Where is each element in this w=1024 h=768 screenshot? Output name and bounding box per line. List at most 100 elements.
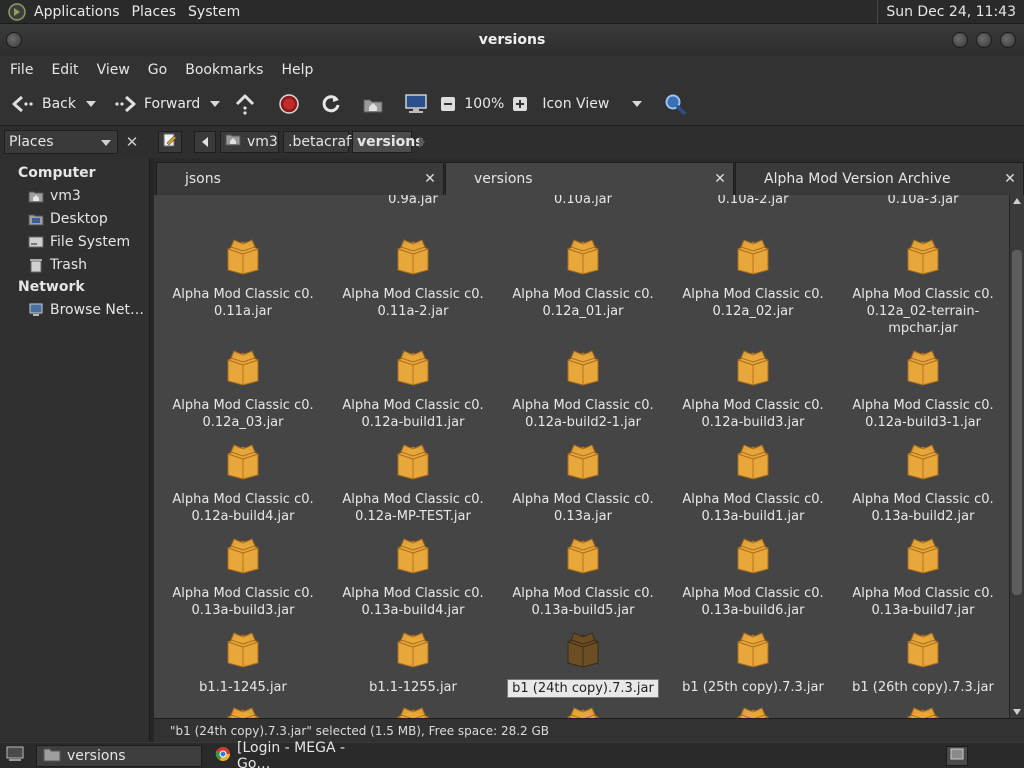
file-item[interactable]: Alpha Mod Classic c0. 0.12a-build3.jar: [668, 348, 838, 431]
mint-logo-icon[interactable]: [6, 1, 28, 23]
back-button[interactable]: Back: [6, 86, 100, 122]
forward-dropdown-arrow-icon[interactable]: [210, 101, 221, 107]
file-item[interactable]: b1 (24th copy).7.3.jar: [498, 630, 668, 698]
file-item[interactable]: Alpha Mod Classic c0. 0.13a-build1.jar: [668, 442, 838, 525]
file-item[interactable]: Alpha Mod Classic c0. 0.10a.jar: [498, 195, 668, 208]
menu-edit[interactable]: Edit: [45, 62, 84, 78]
breadcrumb-vm3[interactable]: vm3: [220, 131, 279, 153]
zoom-in-button[interactable]: [508, 86, 532, 122]
tab-versions[interactable]: versions ✕: [445, 162, 734, 195]
menu-view[interactable]: View: [91, 62, 136, 78]
file-item[interactable]: b1.1-1255.jar: [328, 630, 498, 696]
zoom-out-button[interactable]: [436, 86, 460, 122]
clock[interactable]: Sun Dec 24, 11:43: [877, 0, 1024, 24]
file-item[interactable]: Alpha Mod Classic c0. 0.11a.jar: [158, 237, 328, 320]
file-item[interactable]: b1 (26th copy).7.3.jar: [838, 630, 1008, 696]
file-item[interactable]: Alpha Mod Classic c0. 0.13a-build4.jar: [328, 536, 498, 619]
close-window-button[interactable]: [1000, 32, 1016, 48]
file-item[interactable]: [328, 705, 498, 718]
window-menu-button[interactable]: [6, 32, 22, 48]
reload-button[interactable]: [316, 86, 346, 122]
edit-location-button[interactable]: [158, 131, 182, 153]
sidebar-type-select[interactable]: Places: [4, 130, 118, 154]
file-item[interactable]: [838, 705, 1008, 718]
system-menu[interactable]: System: [182, 4, 246, 20]
up-button[interactable]: [230, 86, 260, 122]
home-button[interactable]: [358, 86, 388, 122]
file-item[interactable]: Alpha Mod Classic c0. 0.13a-build3.jar: [158, 536, 328, 619]
file-item[interactable]: Alpha Mod Classic c0. 0.12a-build3-1.jar: [838, 348, 1008, 431]
menu-bar: File Edit View Go Bookmarks Help: [0, 56, 1024, 83]
file-name: Alpha Mod Classic c0. 0.12a-build1.jar: [342, 398, 484, 430]
file-item[interactable]: Alpha Mod Classic c0. 0.12a_02.jar: [668, 237, 838, 320]
forward-button[interactable]: Forward: [110, 86, 224, 122]
file-item[interactable]: Alpha Mod Classic c0. 0.12a_03.jar: [158, 348, 328, 431]
file-item[interactable]: Alpha Mod Classic c0. 0.11a-2.jar: [328, 237, 498, 320]
computer-button[interactable]: [400, 86, 432, 122]
file-item[interactable]: Alpha Mod Classic c0. 0.12a-build1.jar: [328, 348, 498, 431]
file-item[interactable]: [158, 705, 328, 718]
sidebar-item-vm3[interactable]: vm3: [0, 184, 149, 207]
file-item[interactable]: Alpha Mod Classic c0. 0.12a-build2-1.jar: [498, 348, 668, 431]
status-text: "b1 (24th copy).7.3.jar" selected (1.5 M…: [170, 724, 550, 738]
file-item[interactable]: [668, 705, 838, 718]
file-item[interactable]: Alpha Mod Classic c0. 0.12a-build4.jar: [158, 442, 328, 525]
close-sidebar-icon[interactable]: ✕: [122, 132, 142, 152]
back-dropdown-arrow-icon[interactable]: [86, 101, 96, 107]
scroll-down-icon[interactable]: [1013, 709, 1021, 715]
breadcrumb-scroll-right-icon[interactable]: [419, 136, 425, 148]
file-item[interactable]: Alpha Mod Classic c0. 0.13a.jar: [498, 442, 668, 525]
sidebar-item-file-system[interactable]: File System: [0, 230, 149, 253]
tab-alpha-mod-version-archive[interactable]: Alpha Mod Version Archive ✕: [735, 162, 1024, 195]
stop-button[interactable]: [274, 86, 304, 122]
sidebar-item-label: Trash: [50, 256, 87, 273]
file-name: Alpha Mod Classic c0. 0.13a-build3.jar: [172, 586, 314, 618]
window-title-bar[interactable]: versions: [0, 24, 1024, 56]
menu-help[interactable]: Help: [275, 62, 319, 78]
applications-menu[interactable]: Applications: [28, 4, 126, 20]
workspace-switcher[interactable]: [946, 745, 968, 766]
breadcrumb-betacraft[interactable]: .betacraft: [283, 131, 356, 153]
scroll-up-icon[interactable]: [1013, 198, 1021, 204]
menu-go[interactable]: Go: [142, 62, 173, 78]
close-tab-icon[interactable]: ✕: [713, 172, 727, 186]
file-item[interactable]: Alpha Mod Classic c0. 0.13a-build5.jar: [498, 536, 668, 619]
places-menu[interactable]: Places: [126, 4, 183, 20]
file-item[interactable]: Alpha Mod Classic c0. 0.13a-build2.jar: [838, 442, 1008, 525]
taskbar-item-chrome[interactable]: [Login - MEGA - Go…: [208, 740, 378, 768]
file-item[interactable]: Alpha Mod Classic c0. 0.12a-MP-TEST.jar: [328, 442, 498, 525]
sidebar-item-label: Browse Net…: [50, 301, 145, 318]
file-item[interactable]: Alpha Mod Classic c0. 0.12a_02-terrain- …: [838, 237, 1008, 337]
file-item[interactable]: Alpha Mod Classic c0. 0.9a.jar: [328, 195, 498, 208]
file-name: Alpha Mod Classic c0. 0.12a_02.jar: [682, 287, 824, 319]
minimize-button[interactable]: [952, 32, 968, 48]
sidebar-item-desktop[interactable]: Desktop: [0, 207, 149, 230]
file-item[interactable]: Alpha Mod Classic c0. 0.10a-2.jar: [668, 195, 838, 208]
taskbar-item-versions[interactable]: versions: [36, 744, 202, 767]
maximize-button[interactable]: [976, 32, 992, 48]
sidebar-item-browse-network[interactable]: Browse Net…: [0, 298, 149, 321]
tab-jsons[interactable]: jsons ✕: [156, 162, 444, 195]
sidebar-item-trash[interactable]: Trash: [0, 253, 149, 276]
view-mode-select[interactable]: Icon View: [538, 86, 646, 122]
scrollbar-thumb[interactable]: [1012, 250, 1022, 595]
file-item[interactable]: Alpha Mod Classic c0. 0.12a_01.jar: [498, 237, 668, 320]
file-item[interactable]: Alpha Mod Classic c0. 0.13a-build7.jar: [838, 536, 1008, 619]
search-button[interactable]: [660, 86, 690, 122]
breadcrumb-versions[interactable]: versions: [352, 131, 424, 153]
show-desktop-button[interactable]: [4, 745, 26, 767]
menu-bookmarks[interactable]: Bookmarks: [179, 62, 269, 78]
breadcrumb-scroll-left-button[interactable]: [194, 131, 216, 153]
close-tab-icon[interactable]: ✕: [1003, 172, 1017, 186]
file-name: Alpha Mod Classic c0. 0.13a-build7.jar: [852, 586, 994, 618]
file-item[interactable]: Alpha Mod Classic c0. 0.10a-3.jar: [838, 195, 1008, 208]
menu-file[interactable]: File: [4, 62, 39, 78]
file-icon-view[interactable]: jsonsAlpha Mod Classic c0. 0.9a.jarAlpha…: [154, 195, 1009, 718]
zoom-level[interactable]: 100%: [460, 86, 508, 122]
file-item[interactable]: b1.1-1245.jar: [158, 630, 328, 696]
vertical-scrollbar[interactable]: [1009, 195, 1024, 718]
file-item[interactable]: b1 (25th copy).7.3.jar: [668, 630, 838, 696]
close-tab-icon[interactable]: ✕: [423, 172, 437, 186]
file-item[interactable]: Alpha Mod Classic c0. 0.13a-build6.jar: [668, 536, 838, 619]
file-item[interactable]: [498, 705, 668, 718]
